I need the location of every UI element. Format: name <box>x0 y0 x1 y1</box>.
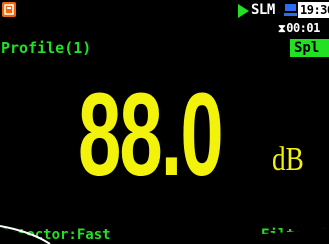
hourglass-icon: ⧗ <box>278 22 286 35</box>
meter-screen: SLM 19:36 ⧗00:01 Profile(1) Spl 88.0 dB … <box>0 0 329 244</box>
record-icon[interactable] <box>2 2 16 17</box>
play-icon <box>238 4 249 18</box>
battery-icon <box>284 4 297 16</box>
bottom-bar: Detector:Fast Filter:A <box>0 224 329 244</box>
profile-label: Profile(1) <box>1 39 92 57</box>
filter-label: Filter:A <box>261 227 329 243</box>
main-reading: 88.0 <box>78 60 268 210</box>
detector-label: Detector:Fast <box>1 227 111 243</box>
clock: 19:36 <box>298 2 329 18</box>
mode-label: SLM <box>251 2 275 18</box>
reading-unit: dB <box>272 141 304 178</box>
function-badge[interactable]: Spl <box>290 39 329 57</box>
elapsed-time-row: ⧗00:01 <box>278 20 320 37</box>
reading-value: 88.0 <box>78 69 224 201</box>
status-bar: SLM 19:36 ⧗00:01 <box>0 0 329 35</box>
elapsed-time: 00:01 <box>286 21 320 35</box>
record-icon-glyph <box>4 4 14 15</box>
